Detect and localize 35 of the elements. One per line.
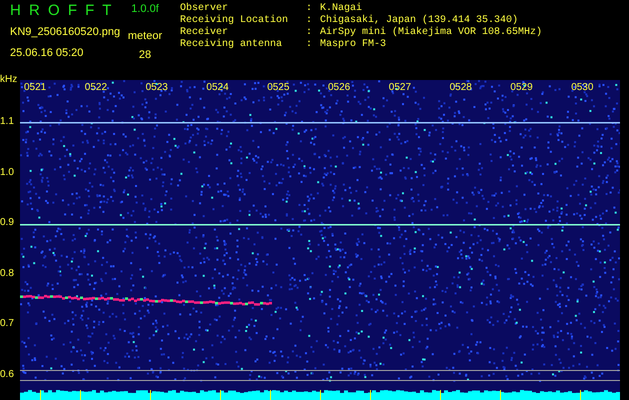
time-label: 0523 — [146, 82, 168, 94]
info-separator: : — [306, 15, 314, 27]
info-label: Receiving antenna — [180, 39, 284, 51]
time-label: 0524 — [206, 82, 229, 94]
info-value: Maspro FM-3 — [320, 39, 386, 51]
time-label: 0526 — [328, 82, 350, 94]
y-axis-label: 0.7 — [0, 318, 14, 330]
info-separator: : — [306, 27, 314, 39]
info-value: K.Nagai — [320, 3, 362, 14]
y-axis-label: 1.0 — [0, 166, 14, 178]
axis-unit: kHz — [0, 73, 18, 87]
info-label: Observer — [180, 3, 230, 14]
y-axis-label: 0.9 — [0, 217, 14, 229]
y-axis-label: 1.1 — [0, 116, 14, 128]
time-label: 0530 — [571, 82, 594, 94]
time-label: 0527 — [388, 82, 412, 94]
file-name: KN9_2506160520.png — [10, 25, 120, 40]
time-label: 0525 — [267, 82, 290, 94]
time-label: 0529 — [510, 82, 533, 94]
info-value: Chigasaki, Japan (139.414 35.340) — [320, 15, 518, 26]
meteor-count: 28 — [138, 48, 152, 62]
info-value: AirSpy mini (Miakejima VOR 108.65MHz) — [320, 27, 542, 39]
meteor-label: meteor — [128, 29, 162, 44]
info-label: Receiver — [180, 27, 230, 38]
y-axis-label: 0.6 — [0, 368, 14, 380]
time-label: 0521 — [24, 82, 46, 94]
date-time: 25.06.16 05:20 — [10, 46, 84, 60]
app-title: H R O F F T — [10, 2, 114, 20]
info-separator: : — [306, 3, 314, 15]
info-separator: : — [306, 39, 314, 51]
version-label: 1.0.0f — [131, 2, 159, 16]
time-label: 0528 — [450, 82, 472, 94]
y-axis-label: 0.8 — [0, 268, 14, 280]
info-label: Receiving Location — [180, 15, 290, 26]
time-label: 0522 — [84, 82, 108, 94]
